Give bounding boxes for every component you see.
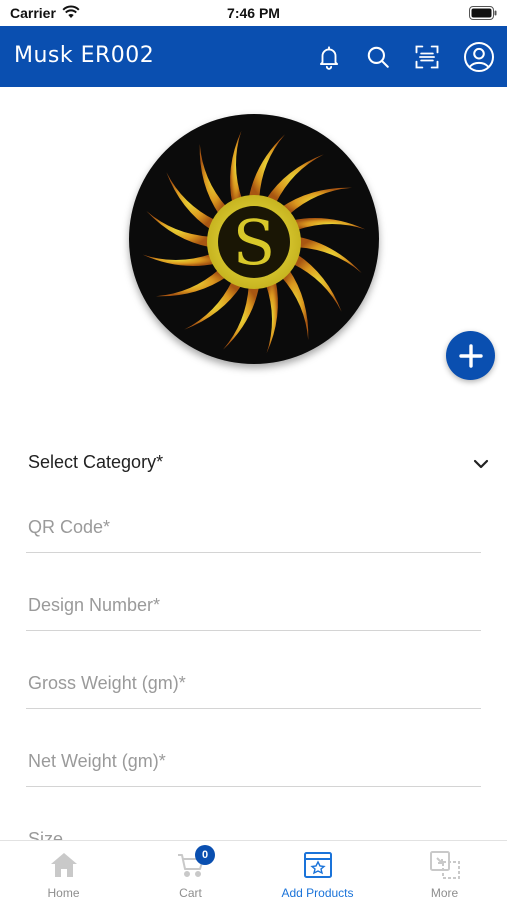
brand-logo: S [129,114,379,364]
category-select[interactable]: Select Category* [28,452,490,478]
logo-ray [230,130,243,204]
logo-ray [292,218,366,231]
page-title: Musk ER002 [14,43,155,68]
battery-icon [469,6,497,25]
qr-code-field [26,507,481,553]
plus-icon [458,343,483,368]
nav-more[interactable]: More [381,841,507,900]
logo-ray [199,144,227,215]
nav-home-label: Home [47,886,80,900]
chevron-down-icon [472,455,490,478]
nav-home[interactable]: Home [0,841,127,900]
nav-add-products[interactable]: Add Products [254,841,381,900]
search-icon[interactable] [361,40,395,74]
add-products-icon [254,849,381,881]
nav-cart[interactable]: Cart [127,841,254,900]
nav-add-products-label: Add Products [281,886,354,900]
category-label: Select Category* [28,452,164,472]
bell-icon[interactable] [312,40,346,74]
logo-letter: S [233,206,275,279]
more-icon [381,849,507,881]
net-weight-input[interactable] [28,751,468,772]
gross-weight-field [26,663,481,709]
design-number-input[interactable] [28,595,468,616]
status-bar: Carrier 7:46 PM [0,0,507,26]
logo-ray [142,253,216,266]
status-time: 7:46 PM [227,5,280,21]
logo-ray [281,269,309,340]
nav-cart-label: Cart [179,886,202,900]
net-weight-field [26,741,481,787]
logo-ray [281,187,352,215]
scan-icon[interactable] [410,40,444,74]
logo-ray [156,269,227,297]
qr-code-input[interactable] [28,517,468,538]
bottom-navigation: Home Cart 0 Add Products More [0,840,507,900]
design-number-field [26,585,481,631]
add-image-button[interactable] [446,331,495,380]
cart-icon [127,849,254,881]
gross-weight-input[interactable] [28,673,468,694]
logo-ray [265,280,278,354]
nav-more-label: More [430,886,459,900]
profile-icon[interactable] [462,40,496,74]
home-icon [0,849,127,881]
app-bar: Musk ER002 [0,26,507,87]
cart-count-badge: 0 [195,845,215,865]
